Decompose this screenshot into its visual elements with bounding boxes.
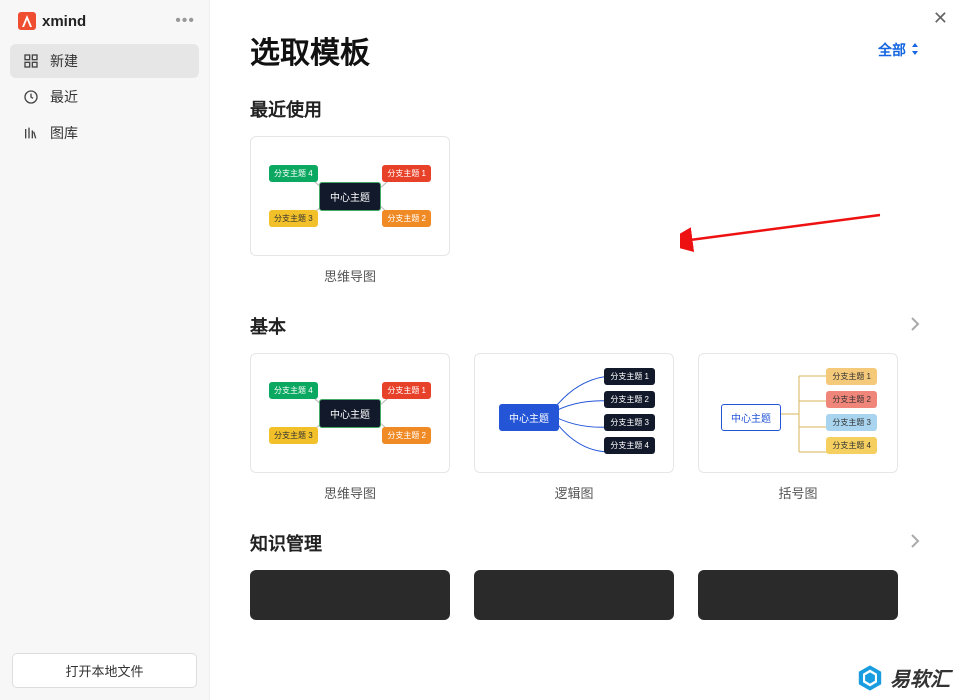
sidebar-footer: 打开本地文件 [0,641,209,700]
node-child: 分支主题 4 [826,437,877,454]
node-topleft: 分支主题 4 [269,382,318,399]
section-recent: 最近使用 分支主题 4 分支主题 1 中心主题 分支主题 3 分支主题 2 [250,96,920,285]
section-title: 知识管理 [250,530,322,556]
content: 选取模板 全部 最近使用 [210,0,960,700]
title-row: 选取模板 全部 [250,28,920,72]
template-card-logic[interactable]: 中心主题 分支主题 1 分支主题 2 分支主题 3 分支主题 4 [474,353,674,473]
node-child: 分支主题 3 [604,414,655,431]
mindmap-thumbnail: 分支主题 4 分支主题 1 中心主题 分支主题 3 分支主题 2 [251,354,449,472]
more-icon[interactable]: ••• [175,12,195,30]
node-topright: 分支主题 1 [382,382,431,399]
page-title: 选取模板 [250,28,370,72]
main: ✕ 选取模板 全部 最近使用 [210,0,960,700]
section-header: 基本 [250,313,920,339]
sidebar-item-label: 图库 [50,123,78,143]
filter-label: 全部 [878,40,906,60]
template-card-wrap: 中心主题 分支主题 1 分支主题 2 分支主题 3 分支主题 4 括号图 [698,353,898,502]
node-bottomleft: 分支主题 3 [269,210,318,227]
template-card-wrap: 中心主题 分支主题 1 分支主题 2 分支主题 3 分支主题 4 逻辑图 [474,353,674,502]
cards-row [250,570,920,620]
node-child: 分支主题 2 [826,391,877,408]
template-card-wrap: 分支主题 4 分支主题 1 中心主题 分支主题 3 分支主题 2 思维导图 [250,136,450,285]
sidebar-item-new[interactable]: 新建 [10,44,199,78]
sidebar-item-label: 最近 [50,87,78,107]
node-child: 分支主题 2 [604,391,655,408]
node-center: 中心主题 [499,404,559,431]
watermark: 易软汇 [856,663,950,692]
cards-row: 分支主题 4 分支主题 1 中心主题 分支主题 3 分支主题 2 思维导图 [250,353,920,502]
template-card-wrap: 分支主题 4 分支主题 1 中心主题 分支主题 3 分支主题 2 思维导图 [250,353,450,502]
library-icon [22,124,40,142]
chevron-right-icon[interactable] [910,533,920,554]
card-label: 思维导图 [324,483,376,502]
section-knowledge: 知识管理 [250,530,920,620]
logic-children: 分支主题 1 分支主题 2 分支主题 3 分支主题 4 [604,368,655,454]
bracket-children: 分支主题 1 分支主题 2 分支主题 3 分支主题 4 [826,368,877,454]
template-card-mindmap[interactable]: 分支主题 4 分支主题 1 中心主题 分支主题 3 分支主题 2 [250,136,450,256]
template-card-dark[interactable] [474,570,674,620]
node-center: 中心主题 [319,399,381,428]
section-header: 知识管理 [250,530,920,556]
section-header: 最近使用 [250,96,920,122]
node-child: 分支主题 1 [604,368,655,385]
sidebar-item-library[interactable]: 图库 [10,116,199,150]
mindmap-thumbnail: 分支主题 4 分支主题 1 中心主题 分支主题 3 分支主题 2 [251,137,449,255]
template-card-mindmap[interactable]: 分支主题 4 分支主题 1 中心主题 分支主题 3 分支主题 2 [250,353,450,473]
template-card-dark[interactable] [250,570,450,620]
node-bottomright: 分支主题 2 [382,210,431,227]
clock-icon [22,88,40,106]
filter-dropdown[interactable]: 全部 [878,40,920,60]
sidebar-item-label: 新建 [50,51,78,71]
node-topright: 分支主题 1 [382,165,431,182]
node-child: 分支主题 4 [604,437,655,454]
brand-name: xmind [42,13,86,30]
grid-icon [22,52,40,70]
node-child: 分支主题 3 [826,414,877,431]
sidebar-item-recent[interactable]: 最近 [10,80,199,114]
card-label: 括号图 [778,483,817,502]
sort-icon [910,42,920,58]
node-topleft: 分支主题 4 [269,165,318,182]
section-basic: 基本 分支主题 4 分支主题 1 中心主题 分支主题 [250,313,920,502]
app-logo-icon [18,12,36,30]
open-local-file-button[interactable]: 打开本地文件 [12,653,197,688]
sidebar-nav: 新建 最近 图库 [0,40,209,156]
watermark-logo-icon [856,664,884,692]
node-center: 中心主题 [721,404,781,431]
close-icon[interactable]: ✕ [933,8,948,29]
watermark-text: 易软汇 [890,663,950,692]
template-card-bracket[interactable]: 中心主题 分支主题 1 分支主题 2 分支主题 3 分支主题 4 [698,353,898,473]
node-center: 中心主题 [319,182,381,211]
node-child: 分支主题 1 [826,368,877,385]
card-label: 思维导图 [324,266,376,285]
sidebar: xmind ••• 新建 最近 图库 [0,0,210,700]
template-card-dark[interactable] [698,570,898,620]
cards-row: 分支主题 4 分支主题 1 中心主题 分支主题 3 分支主题 2 思维导图 [250,136,920,285]
section-title: 基本 [250,313,286,339]
card-label: 逻辑图 [554,483,593,502]
section-title: 最近使用 [250,96,322,122]
chevron-right-icon[interactable] [910,316,920,337]
node-bottomleft: 分支主题 3 [269,427,318,444]
sidebar-header: xmind ••• [0,0,209,40]
node-bottomright: 分支主题 2 [382,427,431,444]
brand: xmind [18,12,86,30]
